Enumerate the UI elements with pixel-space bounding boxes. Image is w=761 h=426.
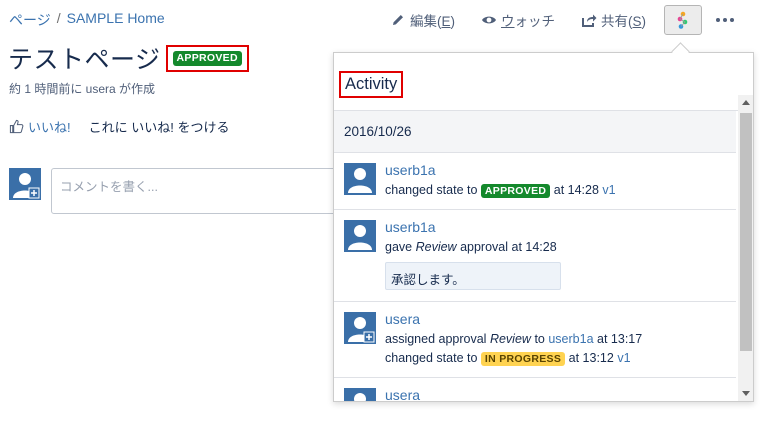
status-badge: IN PROGRESS [480,352,566,366]
like-prompt: これに いいね! をつける [88,120,230,135]
thumbs-up-icon[interactable] [9,119,24,134]
activity-panel: Activity 2016/10/26 userb1a changed stat… [333,52,754,402]
share-button[interactable]: 共有(S) [581,6,646,34]
breadcrumb: ページ / SAMPLE Home [9,10,165,30]
user-avatar-icon [9,168,41,200]
status-badge[interactable]: APPROVED [172,50,242,66]
activity-line: gave Review approval at 14:28 [385,240,557,254]
like-row: いいね! これに いいね! をつける [9,117,229,136]
activity-date: 2016/10/26 [334,111,736,153]
activity-line: assigned approval Review to userb1a at 1… [385,332,643,346]
list-item: userb1a changed state to APPROVED at 14:… [334,153,736,210]
user-avatar-icon[interactable] [344,220,376,252]
page-title: テストページ [8,46,161,74]
version-link[interactable]: v1 [617,351,630,365]
activity-user[interactable]: userb1a [385,219,736,235]
breadcrumb-separator: / [56,10,61,26]
breadcrumb-pages[interactable]: ページ [9,10,51,30]
user-avatar-icon[interactable] [344,163,376,195]
user-link[interactable]: userb1a [548,332,593,346]
list-item: userb1a gave Review approval at 14:28 承認… [334,210,736,302]
page-meta: 約 1 時間前に usera が作成 [9,82,156,96]
scrollbar-thumb[interactable] [740,113,752,351]
status-highlight: APPROVED [165,44,249,72]
workflow-app-button[interactable] [664,5,703,35]
scroll-down-icon[interactable] [742,391,750,396]
like-link[interactable]: いいね! [28,117,71,136]
activity-line: changed state to APPROVED at 14:28 v1 [385,183,616,198]
watch-button[interactable]: ウォッチ [481,6,555,34]
pencil-icon [393,15,403,25]
edit-label: 編集(E) [410,14,456,29]
app-icon [677,11,688,29]
approval-comment: 承認します。 [385,262,561,290]
share-label: 共有(S) [601,14,647,29]
eye-icon [482,16,497,24]
watch-label: ウォッチ [501,14,556,29]
user-avatar-icon[interactable] [344,388,376,402]
activity-line: changed state to IN PROGRESS at 13:12 v1 [385,351,631,366]
version-link[interactable]: v1 [602,183,615,197]
comment-input[interactable]: コメントを書く... [51,168,351,214]
page-toolbar: 編集(E) ウォッチ 共有(S) [390,5,735,35]
activity-title-highlight: Activity [339,71,404,98]
edit-button[interactable]: 編集(E) [390,6,455,34]
list-item: usera assigned approval Review to userb1… [334,302,736,378]
breadcrumb-sample-home[interactable]: SAMPLE Home [67,10,165,30]
activity-list[interactable]: 2016/10/26 userb1a changed state to APPR… [334,111,736,402]
activity-user[interactable]: usera [385,311,736,327]
scroll-up-icon[interactable] [742,100,750,105]
activity-scrollbar[interactable] [738,95,753,401]
activity-header: Activity [334,53,753,111]
status-badge: APPROVED [480,184,551,198]
activity-title: Activity [345,75,398,93]
more-icon[interactable] [716,18,735,22]
list-item: usera [334,378,736,402]
share-icon [582,14,597,27]
activity-user[interactable]: usera [385,387,736,401]
user-avatar-icon[interactable] [344,312,376,344]
activity-user[interactable]: userb1a [385,162,736,178]
title-row: テストページ APPROVED [8,40,249,76]
avatar [9,168,41,200]
